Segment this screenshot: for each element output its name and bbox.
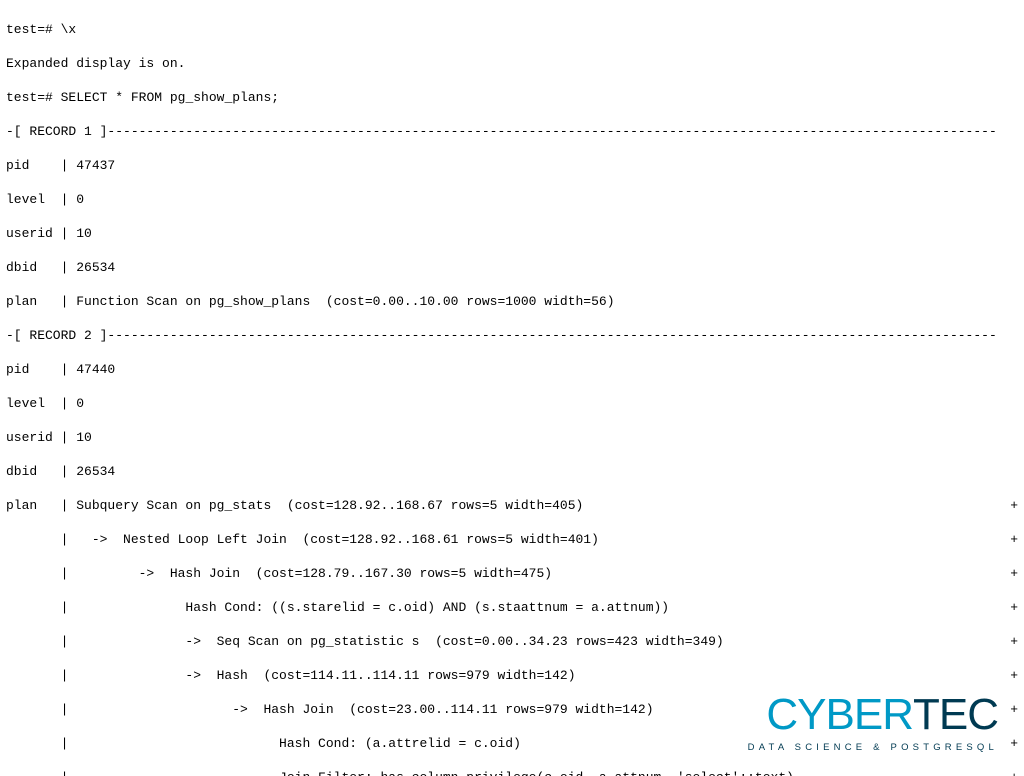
- logo-tagline: DATA SCIENCE & POSTGRESQL: [748, 739, 998, 756]
- r2-plan-06: | -> Hash (cost=114.11..114.11 rows=979 …: [6, 667, 1018, 684]
- r1-pid: pid | 47437: [6, 157, 1018, 174]
- cybertec-logo: CYBERTEC DATA SCIENCE & POSTGRESQL: [748, 693, 998, 756]
- prompt-line[interactable]: test=# \x: [6, 21, 1018, 38]
- logo-brand: CYBERTEC: [748, 693, 998, 737]
- r2-pid: pid | 47440: [6, 361, 1018, 378]
- prompt: test=#: [6, 22, 53, 37]
- r2-plan-02: | -> Nested Loop Left Join (cost=128.92.…: [6, 531, 1018, 548]
- r1-plan: plan | Function Scan on pg_show_plans (c…: [6, 293, 1018, 310]
- terminal-output: test=# \x Expanded display is on. test=#…: [0, 0, 1024, 776]
- record-1-header: -[ RECORD 1 ]---------------------------…: [6, 123, 1018, 140]
- r1-userid: userid | 10: [6, 225, 1018, 242]
- record-2-header: -[ RECORD 2 ]---------------------------…: [6, 327, 1018, 344]
- cmd-x: \x: [61, 22, 77, 37]
- logo-brand-dark: TEC: [913, 690, 998, 739]
- r2-dbid: dbid | 26534: [6, 463, 1018, 480]
- r2-plan-05: | -> Seq Scan on pg_statistic s (cost=0.…: [6, 633, 1018, 650]
- r1-dbid: dbid | 26534: [6, 259, 1018, 276]
- logo-brand-light: CYBER: [766, 690, 913, 739]
- r2-plan-03: | -> Hash Join (cost=128.79..167.30 rows…: [6, 565, 1018, 582]
- r2-userid: userid | 10: [6, 429, 1018, 446]
- r2-plan-04: | Hash Cond: ((s.starelid = c.oid) AND (…: [6, 599, 1018, 616]
- r2-level: level | 0: [6, 395, 1018, 412]
- expanded-msg: Expanded display is on.: [6, 55, 1018, 72]
- cmd-select: SELECT * FROM pg_show_plans;: [61, 90, 279, 105]
- prompt-line[interactable]: test=# SELECT * FROM pg_show_plans;: [6, 89, 1018, 106]
- r1-level: level | 0: [6, 191, 1018, 208]
- r2-plan-01: plan | Subquery Scan on pg_stats (cost=1…: [6, 497, 1018, 514]
- prompt: test=#: [6, 90, 53, 105]
- r2-plan-09: | Join Filter: has_column_privilege(c.oi…: [6, 769, 1018, 776]
